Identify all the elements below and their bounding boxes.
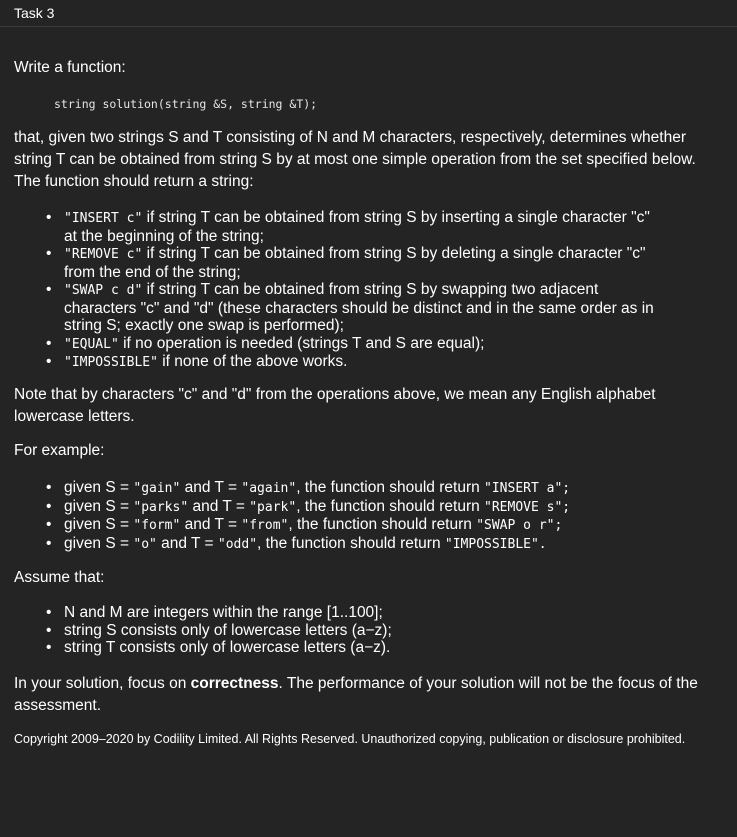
bullet-icon: • <box>46 209 52 226</box>
example-item: • given S = "parks" and T = "park", the … <box>46 497 571 515</box>
bullet-icon: • <box>46 534 52 552</box>
bullet-icon: • <box>46 353 52 370</box>
bullet-icon: • <box>46 281 52 298</box>
bullet-icon: • <box>46 516 52 533</box>
bullet-icon: • <box>46 479 52 496</box>
bullet-icon: • <box>46 639 52 656</box>
bullet-icon: • <box>46 245 52 262</box>
description-line-1: that, given two strings S and T consisti… <box>14 129 686 146</box>
bullet-icon: • <box>46 604 52 621</box>
examples-list: • given S = "gain" and T = "again", the … <box>14 479 570 553</box>
example-item: • given S = "o" and T = "odd", the funct… <box>46 534 547 552</box>
focus-emphasis: correctness <box>190 675 279 692</box>
focus-line-2: assessment. <box>14 697 102 714</box>
assumptions-list: • N and M are integers within the range … <box>14 604 392 657</box>
example-item: • given S = "form" and T = "from", the f… <box>46 516 563 533</box>
rule-impossible: • "IMPOSSIBLE" if none of the above work… <box>46 353 348 370</box>
task-header: Task 3 <box>0 0 737 27</box>
note-line-1: Note that by characters "c" and "d" from… <box>14 386 656 403</box>
return-rules-list: • "INSERT c" if string T can be obtained… <box>14 209 654 372</box>
examples-heading: For example: <box>14 442 105 459</box>
focus-line-1: In your solution, focus on correctness. … <box>14 675 698 692</box>
description-line-2: string T can be obtained from string S b… <box>14 151 696 168</box>
assumption-item: • string T consists only of lowercase le… <box>46 639 391 656</box>
function-signature: string solution(string &S, string &T); <box>54 97 318 111</box>
bullet-icon: • <box>46 621 52 639</box>
assumption-item: • string S consists only of lowercase le… <box>46 621 392 639</box>
assumption-item: • N and M are integers within the range … <box>46 604 383 621</box>
assume-heading: Assume that: <box>14 569 105 586</box>
rule-insert: • "INSERT c" if string T can be obtained… <box>46 209 650 245</box>
task-title: Task 3 <box>14 5 55 21</box>
bullet-icon: • <box>46 497 52 515</box>
intro-text: Write a function: <box>14 59 126 76</box>
rule-equal: • "EQUAL" if no operation is needed (str… <box>46 334 485 352</box>
rule-remove: • "REMOVE c" if string T can be obtained… <box>46 245 646 281</box>
bullet-icon: • <box>46 334 52 352</box>
rule-swap: • "SWAP c d" if string T can be obtained… <box>46 281 654 334</box>
example-item: • given S = "gain" and T = "again", the … <box>46 479 571 496</box>
note-line-2: lowercase letters. <box>14 408 135 425</box>
copyright-notice: Copyright 2009–2020 by Codility Limited.… <box>14 732 686 746</box>
description-line-3: The function should return a string: <box>14 173 254 190</box>
